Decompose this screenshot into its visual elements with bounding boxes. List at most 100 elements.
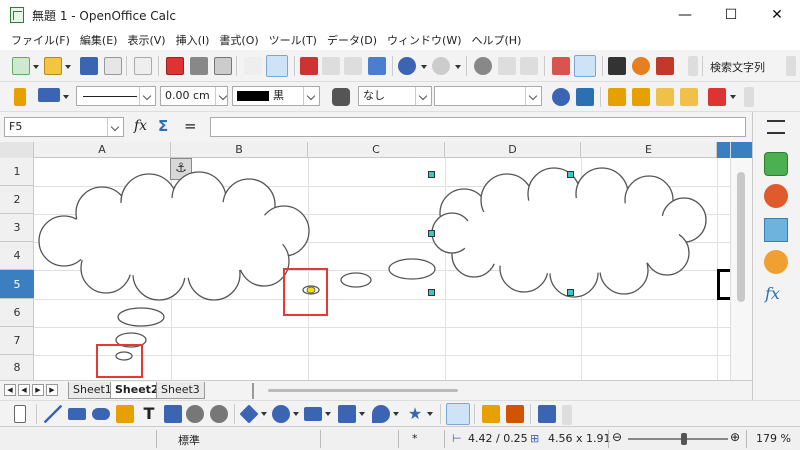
zoom-value[interactable]: 179 % [756, 432, 791, 445]
spreadsheet-grid[interactable]: ⚓ [34, 158, 730, 380]
anchor-icon[interactable] [576, 88, 594, 106]
tab-splitter[interactable] [252, 383, 254, 399]
new-document-icon[interactable] [12, 57, 30, 75]
row-header-4[interactable]: 4 [0, 242, 34, 270]
callouts-icon[interactable] [372, 405, 390, 423]
menu-tools[interactable]: ツール(T) [264, 32, 322, 48]
flowchart-icon[interactable] [338, 405, 356, 423]
chevron-down-icon[interactable] [525, 87, 541, 105]
stars-dropdown-icon[interactable] [427, 412, 433, 416]
redo-dropdown-icon[interactable] [455, 65, 461, 69]
row-header-5[interactable]: 5 [0, 270, 34, 299]
toolbar-overflow-icon[interactable] [562, 405, 572, 425]
menu-help[interactable]: ヘルプ(H) [467, 32, 527, 48]
show-draw-functions-icon[interactable] [574, 55, 596, 77]
open-dropdown-icon[interactable] [65, 65, 71, 69]
mail-icon[interactable] [104, 57, 122, 75]
close-button[interactable]: ✕ [754, 0, 800, 30]
line-width-field[interactable]: 0.00 cm [160, 86, 228, 106]
select-all-corner[interactable] [0, 142, 34, 158]
column-header-a[interactable]: A [34, 142, 171, 158]
points-icon[interactable] [446, 403, 470, 425]
find-replace-icon[interactable] [608, 57, 626, 75]
maximize-button[interactable]: ☐ [708, 0, 754, 30]
menu-file[interactable]: ファイル(F) [6, 32, 75, 48]
navigator-icon[interactable] [632, 57, 650, 75]
row-header-8[interactable]: 8 [0, 355, 34, 380]
sum-icon[interactable]: Σ [158, 117, 168, 135]
toolbar-overflow-icon[interactable] [786, 56, 796, 76]
zoom-in-icon[interactable]: ⊕ [730, 430, 740, 444]
save-icon[interactable] [80, 57, 98, 75]
cloud-callout-right[interactable] [302, 167, 707, 298]
menu-insert[interactable]: 挿入(I) [171, 32, 215, 48]
print-icon[interactable] [190, 57, 208, 75]
column-header-f-selected[interactable] [717, 142, 730, 158]
spin-button[interactable] [215, 87, 227, 105]
line-color-select[interactable]: 黒 [232, 86, 320, 106]
menu-edit[interactable]: 編集(E) [75, 32, 123, 48]
next-sheet-icon[interactable]: ▶ [32, 384, 44, 396]
first-sheet-icon[interactable]: ◀ [4, 384, 16, 396]
shadow-icon[interactable] [538, 405, 556, 423]
chevron-down-icon[interactable] [415, 87, 431, 105]
chevron-down-icon[interactable] [139, 87, 155, 105]
connector-tool-icon[interactable] [164, 405, 182, 423]
copy-icon[interactable] [322, 57, 340, 75]
arrow-style-dropdown-icon[interactable] [63, 95, 69, 99]
cut-icon[interactable] [300, 57, 318, 75]
column-header-e[interactable]: E [581, 142, 717, 158]
name-box[interactable]: F5 [4, 117, 124, 137]
insert-chart-icon[interactable] [552, 57, 570, 75]
styles-icon[interactable] [764, 184, 788, 208]
functions-icon[interactable]: fx [765, 284, 780, 303]
scrollbar-thumb[interactable] [737, 172, 745, 302]
area-fill-select[interactable] [434, 86, 542, 106]
chevron-down-icon[interactable] [107, 118, 123, 136]
basic-shapes-dropdown-icon[interactable] [261, 412, 267, 416]
new-dropdown-icon[interactable] [33, 65, 39, 69]
select-pointer-icon[interactable] [14, 405, 26, 423]
function-wizard-icon[interactable]: fx [134, 118, 147, 134]
symbol-shapes-icon[interactable] [272, 405, 290, 423]
rotate-icon[interactable] [552, 88, 570, 106]
sort-descending-icon[interactable] [520, 57, 538, 75]
line-tool-icon[interactable] [44, 405, 62, 423]
edit-file-icon[interactable] [134, 57, 152, 75]
last-sheet-icon[interactable]: ▶ [46, 384, 58, 396]
row-header-2[interactable]: 2 [0, 186, 34, 214]
navigator-icon[interactable] [764, 250, 788, 274]
redo-icon[interactable] [432, 57, 450, 75]
text-tool-icon[interactable]: T [140, 405, 158, 423]
cloud-callout-left[interactable] [38, 171, 310, 361]
arrow-style-icon[interactable] [38, 88, 60, 102]
properties-icon[interactable] [764, 152, 788, 176]
menu-window[interactable]: ウィンドウ(W) [382, 32, 466, 48]
vertical-scrollbar[interactable] [730, 142, 752, 380]
stars-icon[interactable]: ★ [406, 405, 424, 423]
minimize-button[interactable]: — [662, 0, 708, 30]
undo-dropdown-icon[interactable] [421, 65, 427, 69]
bring-to-front-icon[interactable] [608, 88, 626, 106]
row-header-3[interactable]: 3 [0, 214, 34, 242]
zoom-slider[interactable] [628, 433, 728, 445]
alignment-icon[interactable] [708, 88, 726, 106]
to-foreground-icon[interactable] [656, 88, 674, 106]
callout-tool-icon[interactable] [186, 405, 204, 423]
column-header-b[interactable]: B [171, 142, 308, 158]
menu-format[interactable]: 書式(O) [214, 32, 263, 48]
to-background-icon[interactable] [680, 88, 698, 106]
chevron-down-icon[interactable] [303, 87, 319, 105]
paste-icon[interactable] [344, 57, 362, 75]
column-header-c[interactable]: C [308, 142, 445, 158]
equals-icon[interactable]: = [184, 117, 197, 135]
row-header-6[interactable]: 6 [0, 299, 34, 327]
ellipse-tool-icon[interactable] [92, 408, 110, 420]
toolbar-overflow-icon[interactable] [688, 56, 698, 76]
flowchart-dropdown-icon[interactable] [359, 412, 365, 416]
resize-handle[interactable] [567, 289, 574, 296]
block-arrows-dropdown-icon[interactable] [325, 412, 331, 416]
resize-handle[interactable] [428, 230, 435, 237]
spellcheck-icon[interactable] [244, 57, 262, 75]
export-pdf-icon[interactable] [166, 57, 184, 75]
